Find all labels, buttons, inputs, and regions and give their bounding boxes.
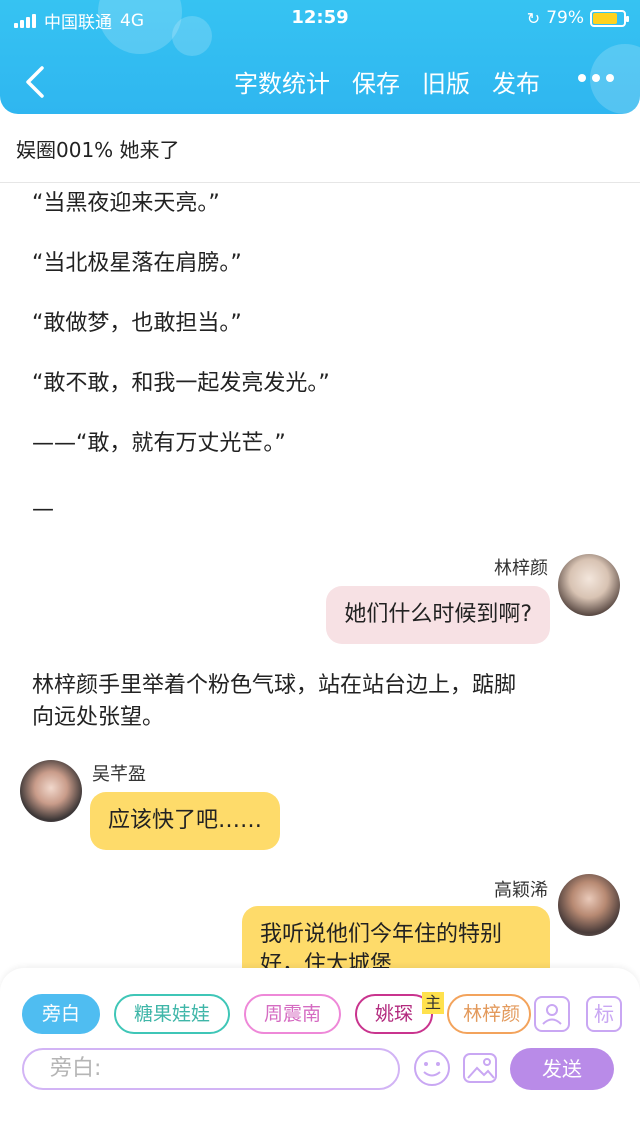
image-icon [463, 1053, 497, 1083]
nav-row: 字数统计 保存 旧版 发布 [0, 60, 640, 104]
header-bar: 中国联通 4G 12:59 ↻ 79% 字数统计 保存 旧版 发布 [0, 0, 640, 114]
publish-button[interactable]: 发布 [492, 64, 540, 99]
chevron-left-icon [26, 66, 44, 98]
paragraph: “当北极星落在肩膀。” [32, 251, 242, 276]
speaker-name: 吴芊盈 [92, 764, 146, 785]
emoji-button[interactable] [412, 1048, 452, 1088]
role-chip[interactable]: 林梓颜 [447, 994, 532, 1034]
word-count-button[interactable]: 字数统计 [234, 64, 330, 99]
more-icon[interactable] [578, 74, 614, 82]
compose-toolbar: 旁白 糖果娃娃 周震南 姚琛 林梓颜 主 标 旁白: 发送 [0, 968, 640, 1138]
role-chip[interactable]: 周震南 [244, 994, 342, 1034]
battery-icon [590, 9, 629, 27]
role-chip[interactable]: 糖果娃娃 [114, 994, 231, 1034]
avatar[interactable] [558, 874, 620, 936]
emoji-icon [414, 1050, 450, 1086]
speaker-name: 高颖浠 [494, 880, 548, 901]
story-content: “当黑夜迎来天亮。” “当北极星落在肩膀。” “敢做梦，也敢担当。” “敢不敢，… [0, 184, 640, 968]
message-input[interactable]: 旁白: [22, 1048, 400, 1090]
message-bubble[interactable]: 应该快了吧…… [90, 792, 281, 850]
paragraph: “当黑夜迎来天亮。” [32, 191, 220, 216]
paragraph: “敢做梦，也敢担当。” [32, 311, 242, 336]
add-role-button[interactable] [534, 996, 570, 1032]
divider [0, 182, 640, 183]
avatar[interactable] [558, 554, 620, 616]
role-chip-narration[interactable]: 旁白 [22, 994, 101, 1034]
tag-button[interactable]: 标 [586, 996, 622, 1032]
paragraph: ——“敢，就有万丈光芒。” [32, 431, 286, 456]
paragraph: “敢不敢，和我一起发亮发光。” [32, 371, 330, 396]
send-button[interactable]: 发送 [510, 1048, 614, 1090]
person-icon [542, 1004, 562, 1025]
old-version-button[interactable]: 旧版 [422, 64, 470, 99]
avatar[interactable] [20, 760, 82, 822]
battery-percent: 79% [546, 8, 584, 28]
narration: 林梓颜手里举着个粉色气球，站在站台边上，踮脚 [32, 673, 517, 698]
speaker-name: 林梓颜 [494, 558, 548, 579]
paragraph: — [32, 497, 54, 522]
main-role-badge: 主 [422, 992, 445, 1014]
page-title: 娱圈001% 她来了 [16, 138, 180, 162]
save-button[interactable]: 保存 [352, 64, 400, 99]
image-button[interactable] [460, 1048, 500, 1088]
narration: 向远处张望。 [32, 705, 165, 730]
rotation-lock-icon: ↻ [526, 8, 541, 28]
message-bubble[interactable]: 我听说他们今年住的特别好，住大城堡 [242, 906, 550, 968]
status-bar: 中国联通 4G 12:59 ↻ 79% [0, 4, 640, 34]
back-button[interactable] [22, 64, 52, 100]
message-bubble[interactable]: 她们什么时候到啊? [326, 586, 550, 644]
role-chips: 旁白 糖果娃娃 周震南 姚琛 林梓颜 [22, 994, 532, 1034]
